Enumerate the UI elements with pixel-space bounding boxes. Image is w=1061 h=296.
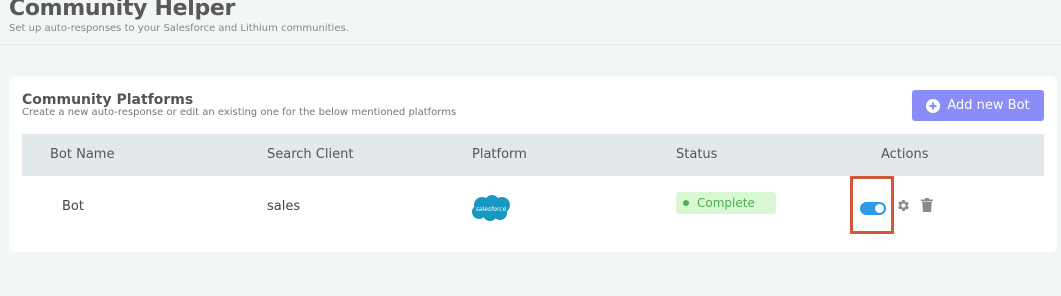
platform-cell: salesforce	[476, 206, 507, 213]
page-title: Community Helper	[9, 0, 236, 21]
page-header: Community Helper Set up auto-responses t…	[0, 0, 1061, 45]
table-row: Bot sales salesforce Complete	[22, 176, 1044, 234]
column-header-status[interactable]: Status	[676, 147, 717, 162]
bot-name-cell: Bot	[62, 199, 84, 214]
add-new-bot-label: Add new Bot	[947, 98, 1030, 113]
page-subtitle: Set up auto-responses to your Salesforce…	[9, 23, 349, 34]
add-new-bot-button[interactable]: Add new Bot	[912, 90, 1044, 121]
column-header-actions: Actions	[881, 147, 929, 162]
column-header-search-client[interactable]: Search Client	[267, 147, 353, 162]
search-client-cell: sales	[267, 199, 301, 214]
salesforce-logo: salesforce	[472, 195, 510, 221]
platforms-table: Bot Name Search Client Platform Status A…	[22, 134, 1044, 234]
community-platforms-card: Community Platforms Create a new auto-re…	[9, 76, 1057, 252]
status-label: Complete	[697, 196, 755, 210]
column-header-platform[interactable]: Platform	[472, 147, 527, 162]
column-header-bot-name[interactable]: Bot Name	[50, 147, 114, 162]
plus-circle-icon	[926, 98, 941, 113]
status-dot-icon	[683, 200, 689, 206]
status-badge: Complete	[676, 192, 776, 214]
table-header: Bot Name Search Client Platform Status A…	[22, 134, 1044, 176]
enable-bot-toggle[interactable]	[860, 202, 886, 215]
card-subtitle: Create a new auto-response or edit an ex…	[22, 107, 457, 118]
card-title: Community Platforms	[22, 92, 194, 108]
toggle-knob	[875, 204, 884, 213]
trash-icon[interactable]	[921, 198, 933, 212]
gear-icon[interactable]	[896, 198, 911, 213]
